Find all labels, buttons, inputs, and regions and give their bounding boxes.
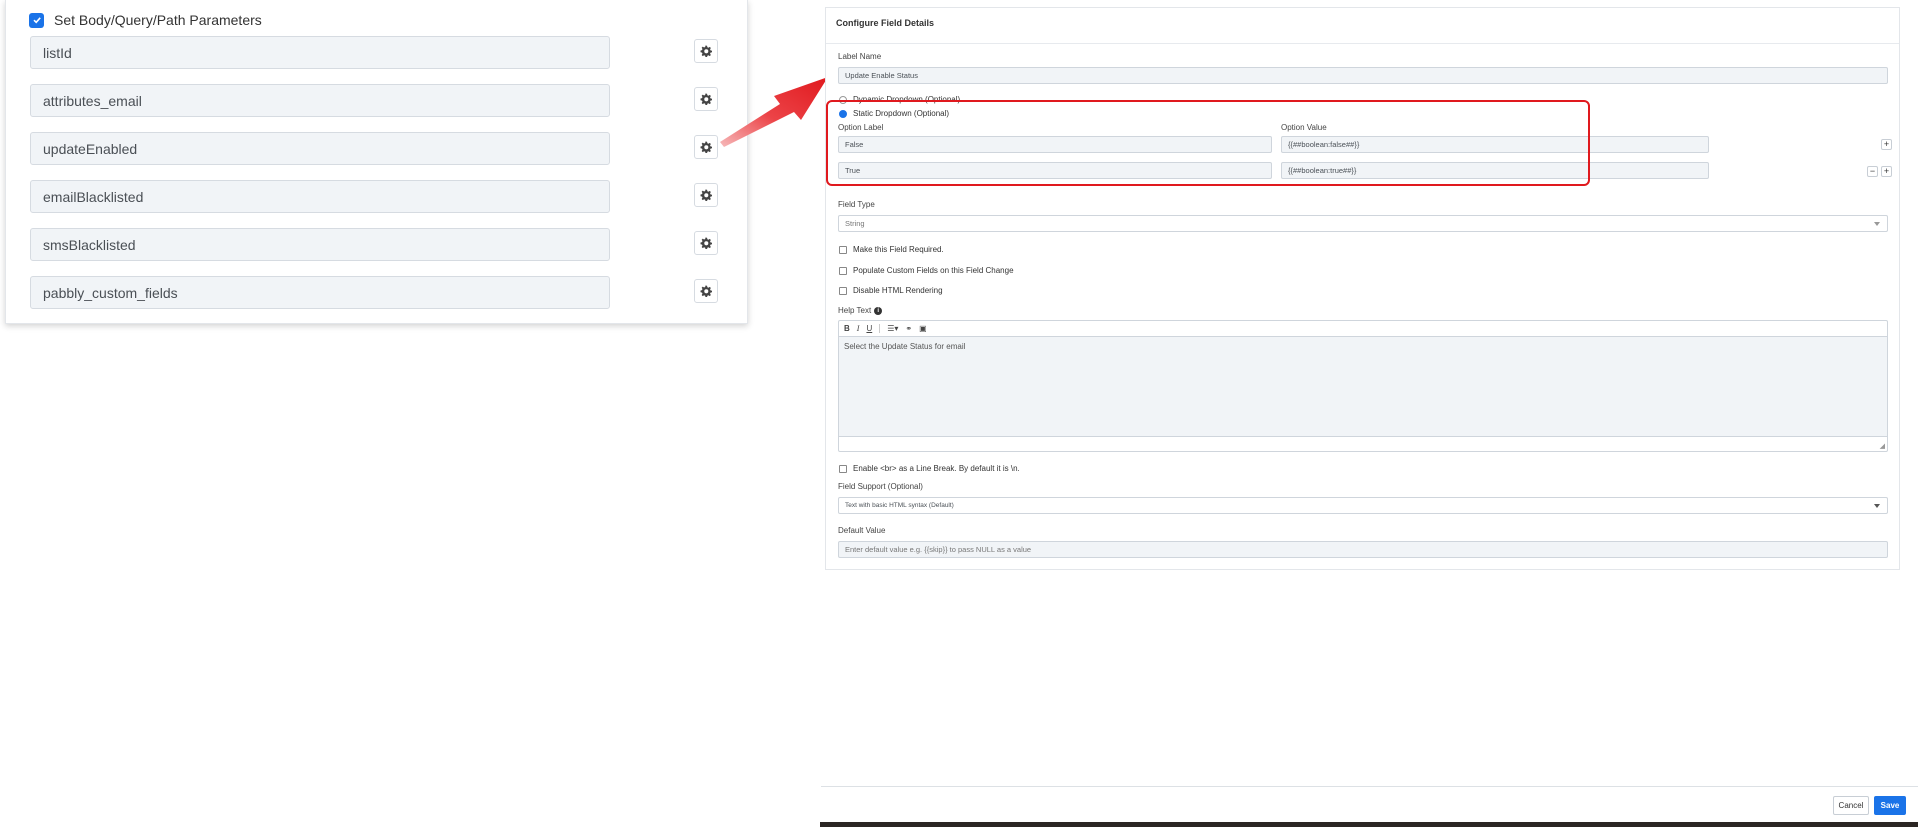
footer-divider — [821, 786, 1918, 787]
params-header: Set Body/Query/Path Parameters — [29, 12, 262, 28]
param-settings-button[interactable] — [694, 279, 718, 303]
link-icon[interactable]: ⚭ — [905, 324, 912, 333]
label-name-label: Label Name — [838, 52, 882, 61]
params-checkbox[interactable] — [29, 12, 44, 28]
field-type-label: Field Type — [838, 200, 875, 209]
enable-br-label: Enable <br> as a Line Break. By default … — [853, 464, 1020, 473]
required-label: Make this Field Required. — [853, 245, 944, 254]
param-field-smsblacklisted[interactable]: smsBlacklisted — [30, 228, 610, 261]
help-text-editor: B I U ☰▾ ⚭ ▣ Select the Update Status fo… — [838, 320, 1888, 452]
help-text-content[interactable]: Select the Update Status for email — [839, 337, 1887, 437]
gear-icon — [700, 189, 712, 201]
gear-icon — [700, 285, 712, 297]
parameters-panel: Set Body/Query/Path Parameters listId at… — [5, 0, 748, 324]
default-value-label: Default Value — [838, 526, 886, 535]
field-support-value: Text with basic HTML syntax (Default) — [845, 502, 954, 509]
param-field-emailblacklisted[interactable]: emailBlacklisted — [30, 180, 610, 213]
gear-icon — [700, 141, 712, 153]
param-field-listid[interactable]: listId — [30, 36, 610, 69]
cancel-button[interactable]: Cancel — [1833, 796, 1869, 815]
image-icon[interactable]: ▣ — [919, 324, 927, 333]
enable-br-checkbox[interactable] — [839, 465, 847, 473]
populate-label: Populate Custom Fields on this Field Cha… — [853, 266, 1014, 275]
disable-html-checkbox[interactable] — [839, 287, 847, 295]
bold-icon[interactable]: B — [844, 324, 850, 333]
gear-icon — [700, 237, 712, 249]
editor-toolbar: B I U ☰▾ ⚭ ▣ — [839, 321, 1887, 337]
info-icon: i — [874, 306, 883, 315]
help-text-label-row: Help Text i — [838, 306, 883, 315]
highlight-box — [826, 100, 1590, 186]
italic-icon[interactable]: I — [857, 324, 860, 333]
param-field-updateenabled[interactable]: updateEnabled — [30, 132, 610, 165]
bottom-bar — [820, 822, 1918, 827]
chevron-down-icon — [1874, 504, 1880, 508]
remove-option-button[interactable]: − — [1867, 166, 1878, 177]
param-settings-button[interactable] — [694, 87, 718, 111]
help-text-label: Help Text — [838, 306, 872, 315]
param-settings-button[interactable] — [694, 135, 718, 159]
param-settings-button[interactable] — [694, 231, 718, 255]
populate-checkbox[interactable] — [839, 267, 847, 275]
resize-handle-icon[interactable]: ◢ — [1880, 442, 1885, 450]
underline-icon[interactable]: U — [866, 324, 872, 333]
panel-title: Configure Field Details — [826, 8, 1899, 44]
field-support-select[interactable]: Text with basic HTML syntax (Default) — [838, 497, 1888, 514]
default-value-input[interactable]: Enter default value e.g. {{skip}} to pas… — [838, 541, 1888, 558]
field-type-select[interactable]: String — [838, 215, 1888, 232]
required-checkbox[interactable] — [839, 246, 847, 254]
toolbar-divider — [879, 324, 881, 333]
disable-html-label: Disable HTML Rendering — [853, 286, 943, 295]
param-settings-button[interactable] — [694, 39, 718, 63]
chevron-down-icon — [1874, 222, 1880, 226]
param-field-attributes-email[interactable]: attributes_email — [30, 84, 610, 117]
gear-icon — [700, 45, 712, 57]
param-settings-button[interactable] — [694, 183, 718, 207]
check-icon — [32, 17, 41, 24]
gear-icon — [700, 93, 712, 105]
add-option-button[interactable]: + — [1881, 166, 1892, 177]
param-field-pabbly-custom-fields[interactable]: pabbly_custom_fields — [30, 276, 610, 309]
field-type-value: String — [845, 219, 865, 228]
field-support-label: Field Support (Optional) — [838, 482, 923, 491]
params-title: Set Body/Query/Path Parameters — [54, 12, 262, 28]
list-icon[interactable]: ☰▾ — [887, 324, 898, 333]
add-option-button[interactable]: + — [1881, 139, 1892, 150]
annotation-arrow — [720, 77, 828, 147]
configure-field-panel: Configure Field Details Label Name Updat… — [825, 7, 1900, 570]
label-name-input[interactable]: Update Enable Status — [838, 67, 1888, 84]
save-button[interactable]: Save — [1874, 796, 1906, 815]
